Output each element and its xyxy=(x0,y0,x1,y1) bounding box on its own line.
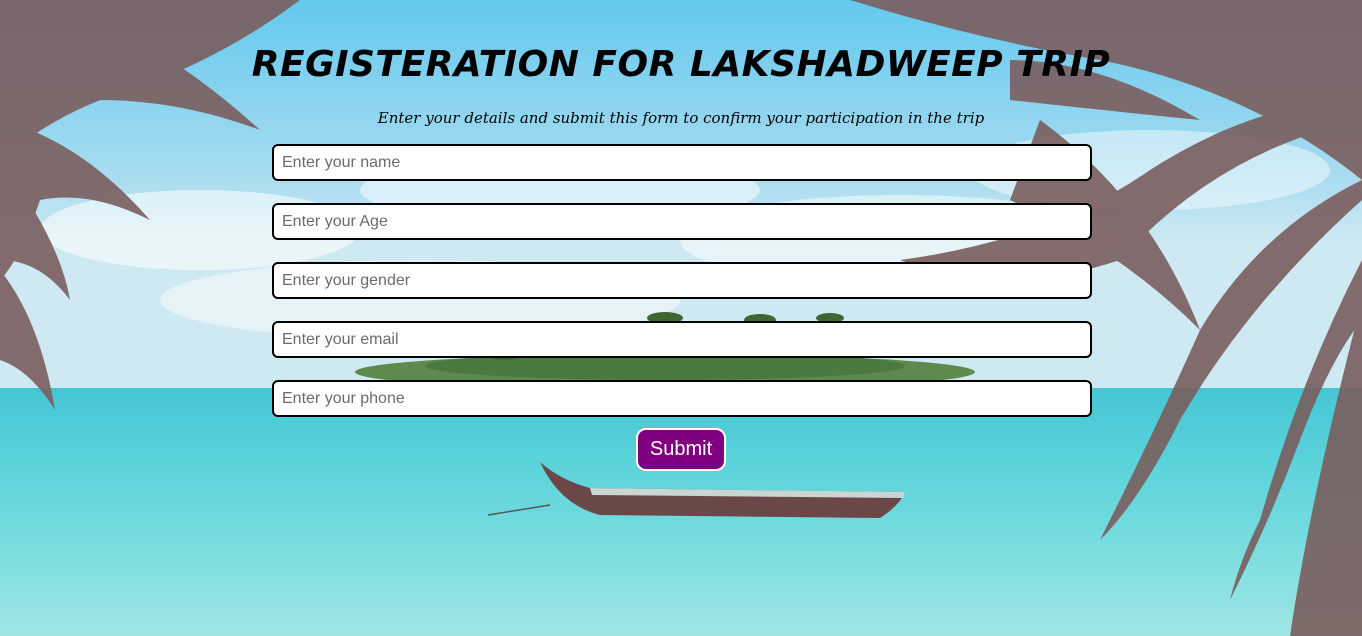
email-field[interactable] xyxy=(272,321,1092,358)
page-subtitle: Enter your details and submit this form … xyxy=(377,109,985,127)
gender-field[interactable] xyxy=(272,262,1092,299)
name-field[interactable] xyxy=(272,144,1092,181)
registration-form xyxy=(272,144,1092,439)
age-field[interactable] xyxy=(272,203,1092,240)
phone-field[interactable] xyxy=(272,380,1092,417)
page-title: REGISTERATION FOR LAKSHADWEEP TRIP xyxy=(251,44,1111,85)
submit-button[interactable]: Submit xyxy=(635,428,727,471)
submit-wrapper: Submit xyxy=(0,428,1362,471)
